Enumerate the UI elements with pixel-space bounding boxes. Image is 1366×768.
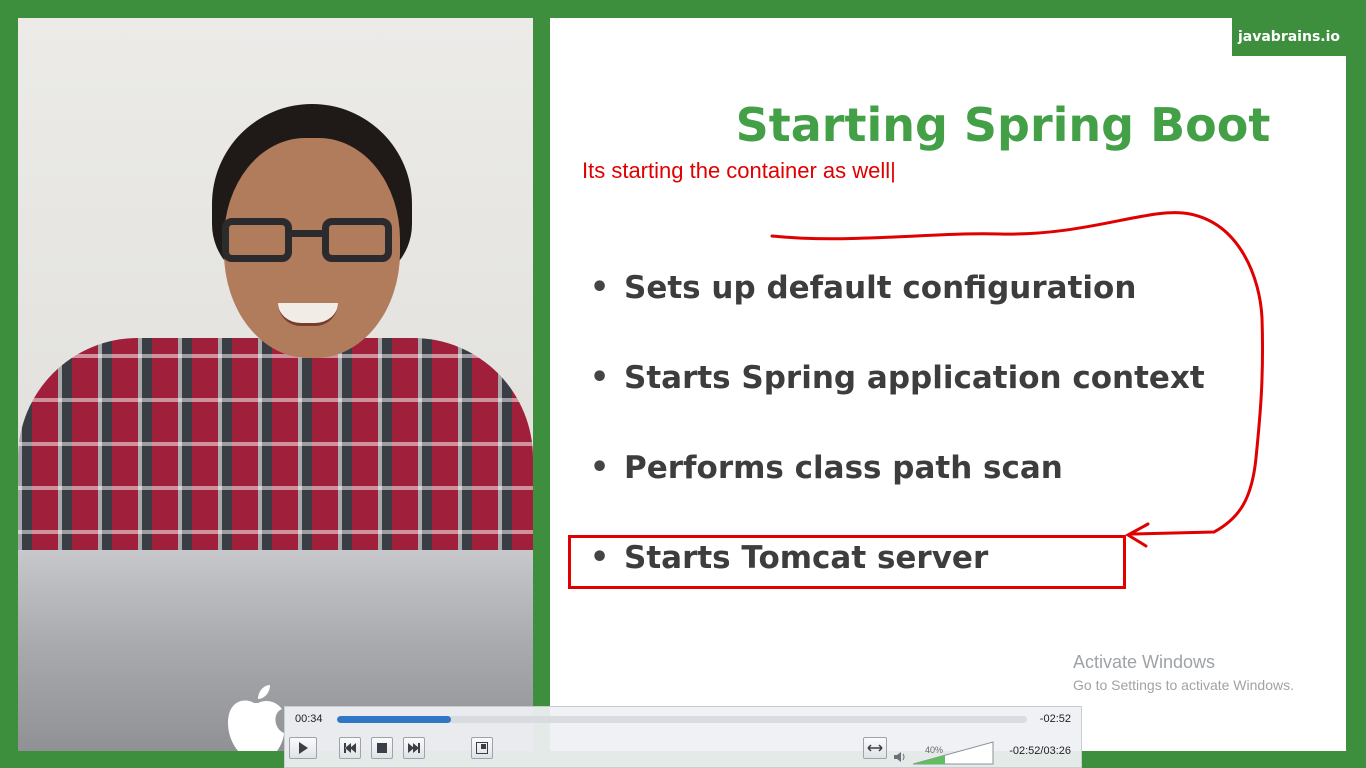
presenter-glasses	[218, 218, 396, 266]
previous-icon	[344, 743, 356, 753]
stop-icon	[377, 743, 387, 753]
apple-logo-icon	[228, 685, 284, 751]
play-icon	[299, 742, 308, 754]
play-button[interactable]	[289, 737, 317, 759]
elapsed-time: 00:34	[295, 713, 323, 725]
next-icon	[408, 743, 420, 753]
previous-button[interactable]	[339, 737, 361, 759]
stop-button[interactable]	[371, 737, 393, 759]
watermark-title: Activate Windows	[1073, 652, 1216, 672]
time-display: -02:52/03:26	[1009, 745, 1071, 757]
seek-bar[interactable]	[337, 716, 1027, 723]
fullscreen-icon	[476, 742, 488, 754]
aspect-ratio-button[interactable]	[863, 737, 887, 759]
media-player-controls: 00:34 -02:52 40% -02:52/03:26	[284, 706, 1082, 768]
presenter-video	[18, 18, 533, 751]
watermark-subtitle: Go to Settings to activate Windows.	[1073, 677, 1294, 693]
volume-slider[interactable]	[913, 741, 995, 765]
speaker-icon[interactable]	[893, 751, 907, 763]
presenter-shirt	[18, 338, 533, 578]
remaining-time: -02:52	[1039, 713, 1071, 725]
next-button[interactable]	[403, 737, 425, 759]
seek-progress	[337, 716, 451, 723]
fullscreen-button[interactable]	[471, 737, 493, 759]
activate-windows-watermark: Activate Windows Go to Settings to activ…	[1073, 652, 1294, 693]
annotation-arrow	[770, 211, 1265, 548]
aspect-ratio-icon	[867, 744, 883, 752]
slide: javabrains.io Starting Spring Boot Its s…	[550, 18, 1346, 751]
